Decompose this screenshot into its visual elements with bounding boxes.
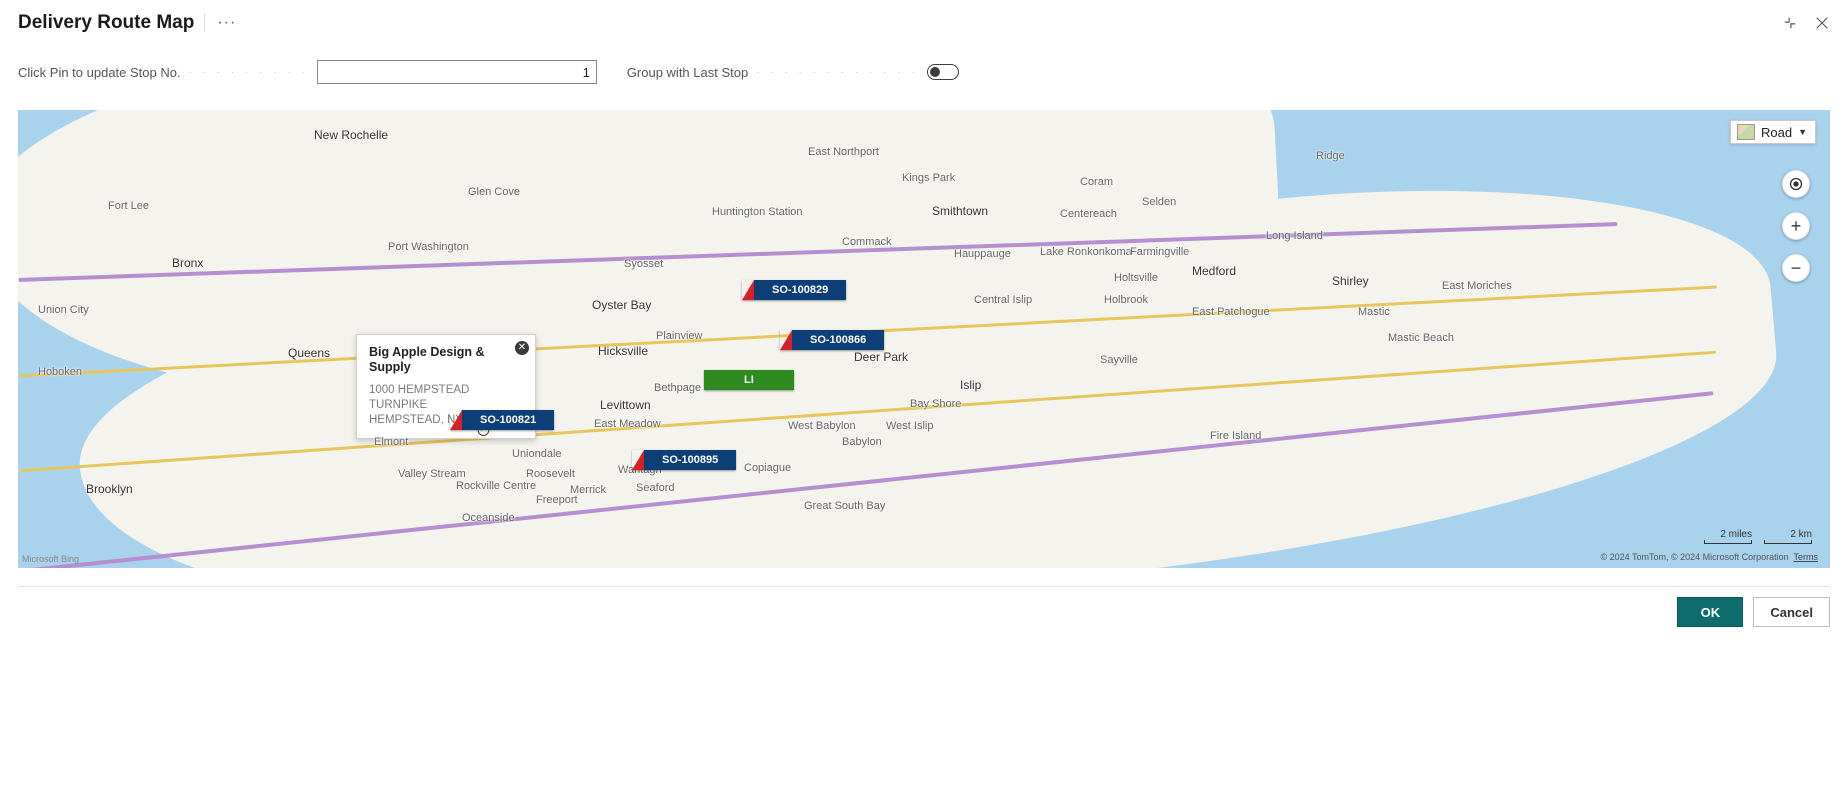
pin-triangle-icon bbox=[450, 410, 462, 430]
titlebar: Delivery Route Map ··· bbox=[0, 0, 1848, 40]
pin-triangle-icon bbox=[780, 330, 792, 350]
map-attribution: © 2024 TomTom, © 2024 Microsoft Corporat… bbox=[1600, 552, 1818, 562]
pin-label: SO-100829 bbox=[754, 280, 846, 300]
order-pin[interactable]: SO-100829 bbox=[742, 280, 846, 300]
map-canvas[interactable]: ✕ Big Apple Design & Supply 1000 HEMPSTE… bbox=[18, 110, 1830, 568]
ok-button[interactable]: OK bbox=[1677, 597, 1743, 627]
cancel-button[interactable]: Cancel bbox=[1753, 597, 1830, 627]
controls-row: Click Pin to update Stop No. · · · · · ·… bbox=[0, 40, 1848, 92]
minimize-icon[interactable] bbox=[1782, 15, 1798, 31]
more-actions-button[interactable]: ··· bbox=[217, 14, 236, 32]
pin-triangle-icon bbox=[632, 450, 644, 470]
order-pin[interactable]: SO-100821 bbox=[450, 410, 554, 430]
order-pin[interactable]: SO-100895 bbox=[632, 450, 736, 470]
footer-actions: OK Cancel bbox=[0, 587, 1848, 637]
page-title: Delivery Route Map bbox=[18, 12, 194, 34]
stop-no-input[interactable] bbox=[317, 60, 597, 84]
zoom-in-button[interactable]: + bbox=[1782, 212, 1810, 240]
city-label: Ridge bbox=[1316, 150, 1345, 162]
dotted-trail: · · · · · · · · · · · · bbox=[756, 67, 919, 78]
close-icon[interactable] bbox=[1814, 15, 1830, 31]
locate-button[interactable] bbox=[1782, 170, 1810, 198]
map-provider-logo: Microsoft Bing bbox=[22, 554, 79, 564]
chevron-down-icon: ▼ bbox=[1798, 127, 1807, 137]
map-style-button[interactable]: Road ▼ bbox=[1730, 120, 1816, 144]
zoom-out-button[interactable]: − bbox=[1782, 254, 1810, 282]
route-group-pin[interactable]: LI bbox=[704, 370, 794, 390]
map-style-thumb-icon bbox=[1737, 124, 1755, 140]
order-pin[interactable]: SO-100866 bbox=[780, 330, 884, 350]
pin-label: SO-100821 bbox=[462, 410, 554, 430]
tooltip-title: Big Apple Design & Supply bbox=[369, 345, 523, 375]
terms-link[interactable]: Terms bbox=[1794, 552, 1819, 562]
pin-label: SO-100895 bbox=[644, 450, 736, 470]
map-scale: 2 miles 2 km bbox=[1704, 529, 1812, 544]
title-divider bbox=[204, 14, 205, 32]
group-last-stop-toggle[interactable] bbox=[927, 64, 959, 80]
tooltip-close-icon[interactable]: ✕ bbox=[515, 341, 529, 355]
pin-triangle-icon bbox=[742, 280, 754, 300]
group-last-stop-label: Group with Last Stop bbox=[627, 65, 748, 80]
map-style-label: Road bbox=[1761, 125, 1792, 140]
pin-label: SO-100866 bbox=[792, 330, 884, 350]
dotted-trail: · · · · · · · · · bbox=[189, 67, 309, 78]
stop-no-label: Click Pin to update Stop No. bbox=[18, 65, 181, 80]
pin-label: LI bbox=[704, 370, 794, 390]
